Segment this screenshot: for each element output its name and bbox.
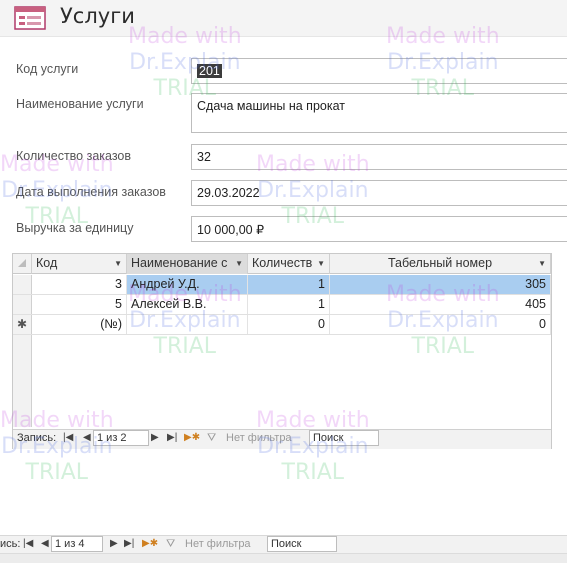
new-record-marker-icon[interactable]: ✱ bbox=[13, 315, 32, 334]
chevron-down-icon[interactable]: ▼ bbox=[317, 254, 325, 273]
cell-name[interactable]: Алексей В.В. bbox=[127, 295, 248, 314]
no-filter-button[interactable]: Нет фильтра bbox=[185, 538, 251, 550]
column-header-tab-number[interactable]: Табельный номер ▼ bbox=[330, 254, 551, 274]
cell-tab-number[interactable]: 405 bbox=[330, 295, 551, 314]
new-record-row[interactable]: ✱ (№) 0 0 bbox=[13, 315, 551, 335]
row-selector[interactable] bbox=[13, 295, 32, 314]
service-code-value: 201 bbox=[197, 64, 222, 78]
record-position-input[interactable]: 1 из 2 bbox=[93, 430, 149, 446]
table-row[interactable]: 5 Алексей В.В. 1 405 bbox=[13, 295, 551, 315]
search-input[interactable]: Поиск bbox=[267, 536, 337, 552]
filter-icon[interactable]: ⛛ bbox=[207, 432, 216, 445]
form-header: Услуги bbox=[0, 0, 567, 37]
search-input[interactable]: Поиск bbox=[309, 430, 379, 446]
unit-revenue-label: Выручка за единицу bbox=[16, 221, 134, 235]
subform-datasheet: Код ▼ Наименование с ▼ Количеств ▼ Табельны… bbox=[12, 253, 552, 449]
column-header-code[interactable]: Код ▼ bbox=[32, 254, 127, 274]
last-record-icon[interactable]: ▶| bbox=[167, 432, 177, 443]
prev-record-icon[interactable]: ◀ bbox=[83, 432, 91, 443]
cell-tab-number[interactable]: 305 bbox=[330, 275, 551, 294]
column-header-name[interactable]: Наименование с ▼ bbox=[127, 254, 248, 274]
service-name-label: Наименование услуги bbox=[16, 97, 144, 111]
subform-record-navigator: Запись: |◀ ◀ 1 из 2 ▶ ▶| ▶✱ ⛛ Нет фильтр… bbox=[13, 429, 551, 449]
unit-revenue-field[interactable]: 10 000,00 ₽ bbox=[191, 216, 567, 242]
cell-qty[interactable]: 1 bbox=[248, 295, 330, 314]
datasheet-header: Код ▼ Наименование с ▼ Количеств ▼ Табельны… bbox=[13, 254, 551, 274]
chevron-down-icon[interactable]: ▼ bbox=[235, 254, 243, 273]
orders-count-value: 32 bbox=[197, 150, 211, 164]
row-selector[interactable] bbox=[13, 275, 32, 294]
orders-count-label: Количество заказов bbox=[16, 149, 132, 163]
next-record-icon[interactable]: ▶ bbox=[110, 538, 118, 549]
orders-date-label: Дата выполнения заказов bbox=[16, 185, 166, 199]
cell-code[interactable]: (№) bbox=[32, 315, 127, 334]
record-nav-label: Запись: bbox=[17, 432, 57, 444]
form-record-navigator: ись: |◀ ◀ 1 из 4 ▶ ▶| ▶✱ ⛛ Нет фильтра П… bbox=[0, 535, 567, 553]
chevron-down-icon[interactable]: ▼ bbox=[538, 254, 546, 273]
first-record-icon[interactable]: |◀ bbox=[23, 538, 33, 549]
record-position-input[interactable]: 1 из 4 bbox=[51, 536, 103, 552]
no-filter-button[interactable]: Нет фильтра bbox=[226, 432, 292, 444]
cell-qty[interactable]: 0 bbox=[248, 315, 330, 334]
orders-count-field[interactable]: 32 bbox=[191, 144, 567, 170]
cell-code[interactable]: 3 bbox=[32, 275, 127, 294]
row-selector-column bbox=[13, 335, 32, 427]
unit-revenue-value: 10 000,00 ₽ bbox=[197, 223, 265, 237]
chevron-down-icon[interactable]: ▼ bbox=[114, 254, 122, 273]
last-record-icon[interactable]: ▶| bbox=[124, 538, 134, 549]
column-header-qty[interactable]: Количеств ▼ bbox=[248, 254, 330, 274]
table-row[interactable]: 3 Андрей У.Д. 1 305 bbox=[13, 275, 551, 295]
new-record-icon[interactable]: ▶✱ bbox=[184, 432, 200, 443]
select-all-corner[interactable] bbox=[13, 254, 32, 274]
next-record-icon[interactable]: ▶ bbox=[151, 432, 159, 443]
service-name-field[interactable]: Сдача машины на прокат bbox=[191, 93, 567, 133]
cell-name[interactable]: Андрей У.Д. bbox=[127, 275, 248, 294]
service-name-value: Сдача машины на прокат bbox=[197, 99, 345, 113]
orders-date-field[interactable]: 29.03.2022 bbox=[191, 180, 567, 206]
prev-record-icon[interactable]: ◀ bbox=[41, 538, 49, 549]
service-code-label: Код услуги bbox=[16, 62, 79, 76]
form-icon bbox=[14, 6, 46, 30]
orders-date-value: 29.03.2022 bbox=[197, 186, 260, 200]
cell-name[interactable] bbox=[127, 315, 248, 334]
form-title: Услуги bbox=[60, 4, 135, 28]
cell-qty[interactable]: 1 bbox=[248, 275, 330, 294]
cell-code[interactable]: 5 bbox=[32, 295, 127, 314]
cell-tab-number[interactable]: 0 bbox=[330, 315, 551, 334]
service-code-field[interactable]: 201 bbox=[191, 58, 567, 84]
horizontal-scrollbar[interactable] bbox=[0, 553, 567, 563]
first-record-icon[interactable]: |◀ bbox=[63, 432, 73, 443]
new-record-icon[interactable]: ▶✱ bbox=[142, 538, 158, 549]
record-nav-label: ись: bbox=[0, 538, 21, 550]
filter-icon[interactable]: ⛛ bbox=[166, 538, 175, 551]
